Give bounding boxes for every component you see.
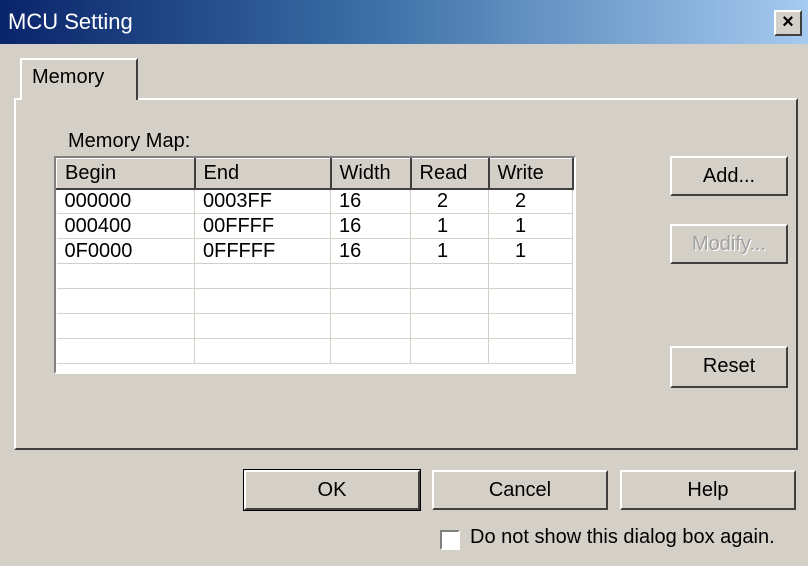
table-row[interactable]: 000400 00FFFF 16 1 1 [56, 213, 573, 239]
cell-write [488, 313, 573, 339]
cell-end: 00FFFF [194, 213, 331, 239]
cell-end [194, 288, 331, 314]
cell-width [330, 313, 411, 339]
cell-begin [56, 263, 195, 289]
cell-end [194, 263, 331, 289]
cell-end [194, 338, 331, 364]
cell-read [410, 263, 489, 289]
cell-end: 0FFFFF [194, 238, 331, 264]
cell-write: 1 [488, 213, 573, 239]
modify-button[interactable]: Modify... [670, 224, 788, 264]
cell-width: 16 [330, 238, 411, 264]
column-header-end[interactable]: End [194, 158, 332, 190]
memory-map-table[interactable]: Begin End Width Read Write 000000 0003FF… [54, 156, 576, 374]
cell-begin [56, 313, 195, 339]
cell-read [410, 288, 489, 314]
ok-button-label: OK [317, 479, 347, 501]
reset-button-label: Reset [702, 355, 756, 377]
cell-read [410, 313, 489, 339]
column-header-read[interactable]: Read [410, 158, 490, 190]
column-header-width[interactable]: Width [330, 158, 412, 190]
cell-write [488, 338, 573, 364]
cell-width: 16 [330, 213, 411, 239]
table-header-row: Begin End Width Read Write [56, 158, 574, 190]
modify-button-label: Modify... [691, 233, 767, 255]
cell-width [330, 263, 411, 289]
column-header-begin[interactable]: Begin [56, 158, 196, 190]
table-row[interactable]: 000000 0003FF 16 2 2 [56, 188, 573, 214]
close-button[interactable]: × [774, 10, 802, 36]
cell-write [488, 288, 573, 314]
cell-write: 2 [488, 188, 573, 214]
cell-read: 1 [410, 238, 489, 264]
column-header-write[interactable]: Write [488, 158, 574, 190]
cell-begin [56, 338, 195, 364]
add-button-label: Add... [702, 165, 756, 187]
ok-button[interactable]: OK [243, 469, 421, 511]
cell-end: 0003FF [194, 188, 331, 214]
cell-begin: 0F0000 [56, 238, 195, 264]
tab-memory-label: Memory [32, 66, 105, 88]
table-row[interactable] [56, 313, 573, 339]
cell-read [410, 338, 489, 364]
cell-begin: 000400 [56, 213, 195, 239]
mcu-setting-dialog: MCU Setting × Memory Memory Map: Begin E… [0, 0, 808, 566]
add-button[interactable]: Add... [670, 156, 788, 196]
cancel-button[interactable]: Cancel [432, 470, 608, 510]
help-button-label: Help [687, 479, 729, 501]
cell-width: 16 [330, 188, 411, 214]
memory-map-label: Memory Map: [68, 130, 191, 152]
table-row[interactable]: 0F0000 0FFFFF 16 1 1 [56, 238, 573, 264]
cell-read: 1 [410, 213, 489, 239]
window-title: MCU Setting [8, 9, 133, 34]
cell-write [488, 263, 573, 289]
cell-width [330, 288, 411, 314]
help-button[interactable]: Help [620, 470, 796, 510]
cell-width [330, 338, 411, 364]
dont-show-again-label[interactable]: Do not show this dialog box again. [470, 526, 775, 549]
cell-read: 2 [410, 188, 489, 214]
dont-show-again-checkbox[interactable] [440, 530, 460, 550]
table-row[interactable] [56, 288, 573, 314]
title-bar[interactable]: MCU Setting × [0, 0, 808, 44]
table-row[interactable] [56, 338, 573, 364]
cell-begin [56, 288, 195, 314]
cell-begin: 000000 [56, 188, 195, 214]
cancel-button-label: Cancel [488, 479, 552, 501]
cell-write: 1 [488, 238, 573, 264]
table-row[interactable] [56, 263, 573, 289]
cell-end [194, 313, 331, 339]
close-icon: × [782, 11, 794, 33]
tab-memory[interactable]: Memory [20, 58, 138, 100]
reset-button[interactable]: Reset [670, 346, 788, 388]
